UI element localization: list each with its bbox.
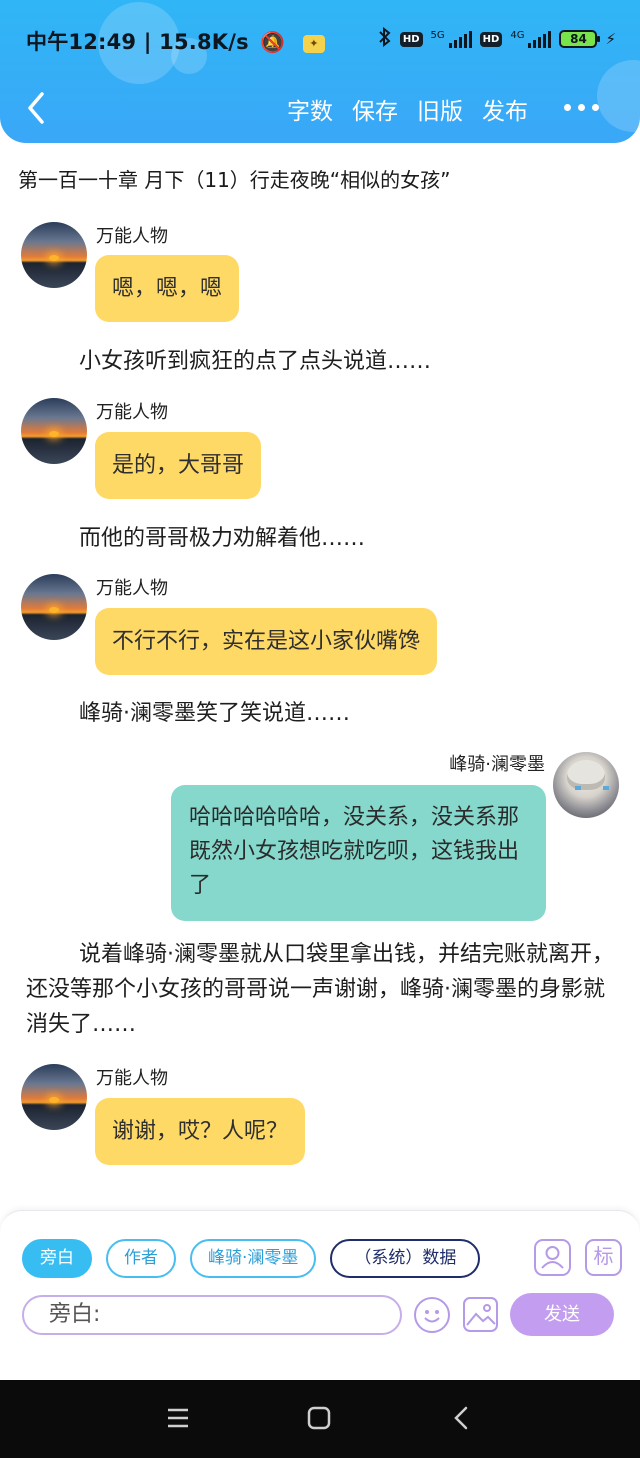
app-notification-icon: ✦ (302, 35, 325, 53)
signal-4g-icon: 4G (510, 30, 552, 48)
battery-level: 84 (570, 32, 587, 46)
composer-panel: 旁白 作者 峰骑·澜零墨 （系统）数据 标 旁白: 发送 (0, 1210, 640, 1385)
status-right: HD 5G HD 4G 84 ⚡ (378, 26, 616, 51)
role-tag-narrator[interactable]: 旁白 (22, 1239, 92, 1278)
old-version-button[interactable]: 旧版 (417, 92, 463, 126)
back-nav-icon[interactable] (452, 1406, 472, 1434)
network-4g-label: 4G (510, 30, 525, 41)
charging-icon: ⚡ (605, 30, 616, 48)
avatar[interactable] (21, 1064, 87, 1130)
chapter-title: 第一百一十章 月下（11）行走夜晚“相似的女孩” (18, 168, 451, 192)
message-bubble[interactable]: 是的，大哥哥 (95, 432, 262, 499)
narration-paragraph[interactable]: 说着峰骑·澜零墨就从口袋里拿出钱，并结完账就离开，还没等那个小女孩的哥哥说一声谢… (26, 937, 618, 1042)
bell-muted-icon: 🔕 (260, 30, 286, 54)
word-count-button[interactable]: 字数 (287, 92, 333, 126)
self-speaker-name: 峰骑·澜零墨 (449, 754, 545, 775)
role-tag-author[interactable]: 作者 (106, 1239, 176, 1278)
back-icon[interactable] (22, 90, 52, 126)
narration-text[interactable]: 而他的哥哥极力劝解着他…… (79, 520, 365, 552)
more-icon[interactable] (564, 98, 600, 118)
hd-badge: HD (399, 31, 423, 47)
avatar[interactable] (21, 574, 87, 640)
menu-icon[interactable] (166, 1406, 190, 1434)
battery-icon: 84 (559, 30, 601, 48)
message-bubble[interactable]: 不行不行，实在是这小家伙嘴馋 (95, 608, 438, 675)
hd-badge-2: HD (479, 31, 503, 47)
bluetooth-icon (378, 26, 392, 51)
speaker-name: 万能人物 (96, 402, 168, 423)
emoji-icon[interactable] (414, 1297, 450, 1333)
avatar[interactable] (21, 222, 87, 288)
role-tag-system-data[interactable]: （系统）数据 (330, 1239, 481, 1278)
system-nav-bar (0, 1380, 640, 1458)
status-left: 中午12:49 | 15.8K/s 🔕 ✦ (26, 26, 325, 56)
speaker-name: 万能人物 (96, 578, 168, 599)
narration-text[interactable]: 小女孩听到疯狂的点了点头说道…… (79, 343, 431, 375)
role-tag-character[interactable]: 峰骑·澜零墨 (190, 1239, 317, 1278)
home-icon[interactable] (307, 1406, 331, 1434)
speaker-name: 万能人物 (96, 1068, 168, 1089)
nav-bar: 字数 保存 旧版 发布 (0, 84, 640, 134)
nav-actions: 字数 保存 旧版 发布 (287, 92, 528, 126)
role-selector: 旁白 作者 峰骑·澜零墨 （系统）数据 (22, 1239, 481, 1278)
message-bubble[interactable]: 嗯，嗯，嗯 (95, 255, 240, 322)
app-header: 中午12:49 | 15.8K/s 🔕 ✦ HD 5G HD 4G 84 ⚡ 字… (0, 0, 640, 143)
speaker-name: 万能人物 (96, 226, 168, 247)
time-speed-text: 中午12:49 | 15.8K/s (26, 30, 249, 54)
character-profile-icon[interactable] (534, 1239, 571, 1276)
status-bar: 中午12:49 | 15.8K/s 🔕 ✦ HD 5G HD 4G 84 ⚡ (0, 22, 640, 58)
avatar[interactable] (21, 398, 87, 464)
self-message-bubble[interactable]: 哈哈哈哈哈哈，没关系，没关系那既然小女孩想吃就吃呗，这钱我出了 (171, 785, 546, 921)
narration-text[interactable]: 峰骑·澜零墨笑了笑说道…… (79, 695, 350, 727)
message-bubble[interactable]: 谢谢，哎？人呢？ (95, 1098, 306, 1165)
signal-5g-icon: 5G (431, 30, 472, 48)
send-button[interactable]: 发送 (510, 1293, 614, 1336)
mark-button[interactable]: 标 (585, 1239, 622, 1276)
publish-button[interactable]: 发布 (482, 92, 528, 126)
network-5g-label: 5G (430, 30, 445, 41)
image-icon[interactable] (463, 1297, 498, 1332)
message-input[interactable]: 旁白: (22, 1295, 402, 1335)
save-button[interactable]: 保存 (352, 92, 398, 126)
self-avatar[interactable] (553, 752, 619, 818)
